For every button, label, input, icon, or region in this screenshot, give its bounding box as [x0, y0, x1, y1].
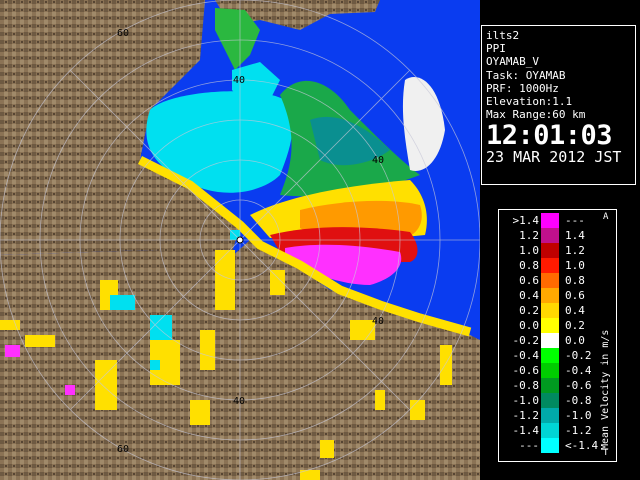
legend-row: 1.2 1.4 [499, 228, 599, 243]
radar-map: 60 40 40 40 40 60 [0, 0, 480, 480]
legend-upper-bound: 0.0 [565, 334, 585, 347]
prf-value: PRF: 1000Hz [486, 81, 559, 95]
legend-color-swatch [541, 318, 559, 333]
legend-upper-bound: <-1.4 [565, 439, 599, 452]
legend-color-swatch [541, 228, 559, 243]
legend-color-swatch [541, 303, 559, 318]
ring-label-40-ne: 40 [372, 155, 384, 166]
legend-lower-bound: --- [519, 439, 539, 452]
legend-row: -0.4 -0.2 [499, 348, 599, 363]
legend-bottom-mark: T [603, 448, 609, 458]
legend-upper-bound: -0.2 [565, 349, 592, 362]
legend-upper-bound: 0.4 [565, 304, 585, 317]
legend-row: 0.4 0.6 [499, 288, 599, 303]
ring-label-40-se: 40 [372, 316, 384, 327]
legend-color-swatch [541, 393, 559, 408]
legend-upper-bound: 0.2 [565, 319, 585, 332]
legend-color-swatch [541, 333, 559, 348]
scan-mode: PPI [486, 42, 506, 56]
legend-row: 0.0 0.2 [499, 318, 599, 333]
legend-row: 0.6 0.8 [499, 273, 599, 288]
legend-color-swatch [541, 438, 559, 453]
legend-row: -0.2 0.0 [499, 333, 599, 348]
ring-label-60-nw: 60 [117, 28, 129, 39]
legend-color-swatch [541, 423, 559, 438]
legend-upper-bound: 1.4 [565, 229, 585, 242]
legend-row: 0.2 0.4 [499, 303, 599, 318]
legend-color-swatch [541, 243, 559, 258]
legend-upper-bound: -0.4 [565, 364, 592, 377]
legend-color-swatch [541, 258, 559, 273]
legend-color-swatch [541, 288, 559, 303]
radar-site-marker [236, 236, 244, 244]
legend-upper-bound: -1.2 [565, 424, 592, 437]
station-name: ilts2 [486, 29, 520, 42]
legend-lower-bound: -1.2 [512, 409, 540, 422]
legend-upper-bound: -1.0 [565, 409, 592, 422]
velocity-legend: A >1.4 --- 1.2 1.4 1.0 1.2 0.8 1.0 0.6 0.8 0.4 0.6 0… [498, 209, 617, 462]
legend-row: 0.8 1.0 [499, 258, 599, 273]
legend-lower-bound: -0.4 [512, 349, 540, 362]
legend-lower-bound: -0.8 [512, 379, 540, 392]
scan-time: 12:01:03 [486, 120, 613, 152]
legend-row: -0.8 -0.6 [499, 378, 599, 393]
legend-upper-bound: 0.8 [565, 274, 585, 287]
legend-lower-bound: -0.2 [512, 334, 540, 347]
scan-date: 23 MAR 2012 JST [486, 148, 622, 167]
legend-color-swatch [541, 378, 559, 393]
legend-row: -1.2 -1.0 [499, 408, 599, 423]
legend-color-swatch [541, 213, 559, 228]
legend-color-swatch [541, 408, 559, 423]
legend-lower-bound: 0.2 [519, 304, 539, 317]
legend-upper-bound: 0.6 [565, 289, 585, 302]
info-panel: ilts2 PPI OYAMAB_V Task: OYAMAB PRF: 100… [481, 25, 636, 185]
legend-lower-bound: 0.6 [519, 274, 539, 287]
legend-color-swatch [541, 363, 559, 378]
legend-color-swatch [541, 348, 559, 363]
legend-lower-bound: -0.6 [512, 364, 540, 377]
ring-label-40-n: 40 [233, 75, 245, 86]
legend-row: >1.4 --- [499, 213, 599, 228]
legend-lower-bound: >1.4 [512, 214, 540, 227]
legend-lower-bound: 1.0 [519, 244, 539, 257]
legend-row: -1.4 -1.2 [499, 423, 599, 438]
legend-lower-bound: 0.4 [519, 289, 539, 302]
legend-upper-bound: -0.8 [565, 394, 592, 407]
legend-row: -0.6 -0.4 [499, 363, 599, 378]
legend-upper-bound: 1.0 [565, 259, 585, 272]
legend-upper-bound: 1.2 [565, 244, 585, 257]
legend-lower-bound: 0.8 [519, 259, 539, 272]
task-name: Task: OYAMAB [486, 68, 566, 82]
ring-label-60-sw: 60 [117, 444, 129, 455]
ring-label-40-s: 40 [233, 396, 245, 407]
legend-lower-bound: -1.0 [512, 394, 540, 407]
legend-lower-bound: -1.4 [512, 424, 540, 437]
legend-lower-bound: 0.0 [519, 319, 539, 332]
legend-upper-bound: -0.6 [565, 379, 592, 392]
legend-color-swatch [541, 273, 559, 288]
legend-lower-bound: 1.2 [519, 229, 539, 242]
product-name: OYAMAB_V [486, 55, 539, 69]
elevation-value: Elevation:1.1 [486, 95, 573, 109]
legend-title: Mean Velocity in m/s [600, 329, 611, 450]
radar-ppi-view[interactable]: 60 40 40 40 40 60 [0, 0, 480, 480]
legend-row: -1.0 -0.8 [499, 393, 599, 408]
legend-row: --- <-1.4 [499, 438, 599, 453]
legend-upper-bound: --- [565, 214, 585, 227]
legend-row: 1.0 1.2 [499, 243, 599, 258]
